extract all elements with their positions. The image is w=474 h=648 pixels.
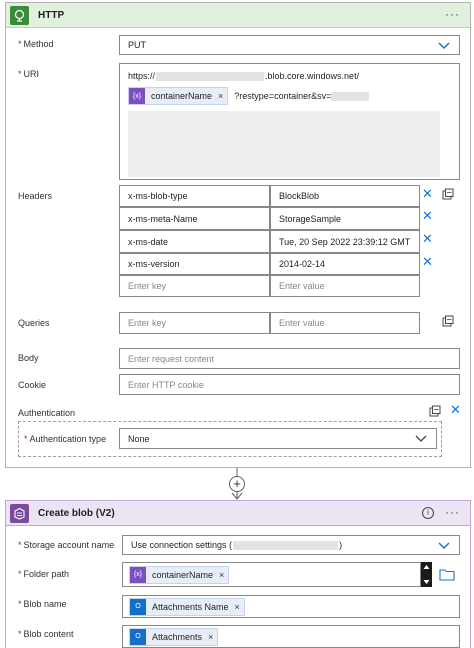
token-remove-icon[interactable]: ×	[218, 91, 223, 101]
http-globe-icon	[10, 5, 29, 25]
blob-name-label: * Blob name	[18, 599, 67, 609]
uri-label: * URI	[18, 69, 40, 79]
uri-redacted-sv	[331, 91, 370, 101]
blob-content-token[interactable]: O Attachments ×	[129, 627, 219, 646]
blob-more-options-icon[interactable]: ···	[445, 505, 460, 519]
query-value-input[interactable]: Enter value	[270, 312, 420, 334]
method-value: PUT	[128, 40, 146, 50]
expression-icon: {x}	[129, 88, 145, 104]
query-key-input[interactable]: Enter key	[119, 312, 270, 334]
chevron-down-icon	[438, 42, 450, 50]
switch-text-mode-icon[interactable]	[442, 315, 454, 327]
token-remove-icon[interactable]: ×	[208, 632, 213, 642]
http-more-options-icon[interactable]: ···	[445, 7, 460, 21]
authentication-type-dropdown[interactable]: None	[119, 428, 437, 449]
folder-path-scrollbar[interactable]	[421, 562, 432, 587]
uri-prefix: https://	[128, 71, 156, 81]
remove-header-icon[interactable]: ✕	[422, 209, 433, 222]
header-key-cell[interactable]: x-ms-blob-type	[119, 185, 270, 207]
authentication-type-label: * Authentication type	[24, 434, 107, 444]
authentication-label: Authentication	[18, 408, 76, 418]
blob-content-input[interactable]: O Attachments ×	[122, 625, 460, 648]
authentication-type-value: None	[128, 433, 150, 444]
http-action-card: HTTP ··· * Method PUT * URI https:// .blob…	[5, 2, 471, 468]
uri-redacted-signature	[128, 111, 440, 177]
scroll-arrows-icon	[423, 565, 430, 584]
info-icon[interactable]: i	[422, 507, 434, 519]
expression-icon: {x}	[130, 566, 146, 583]
body-label: Body	[18, 353, 39, 363]
http-card-title: HTTP	[38, 9, 65, 21]
method-dropdown[interactable]: PUT	[119, 35, 460, 55]
outlook-icon: O	[130, 628, 146, 645]
uri-input[interactable]: https:// .blob.core.windows.net/ {x} con…	[119, 63, 460, 180]
header-key-cell[interactable]: x-ms-date	[119, 230, 270, 253]
folder-path-input[interactable]: {x} containerName ×	[122, 562, 421, 587]
blob-content-label: * Blob content	[18, 629, 74, 639]
add-step-button[interactable]: +	[229, 476, 245, 492]
token-remove-icon[interactable]: ×	[219, 570, 224, 580]
queries-label: Queries	[18, 318, 50, 328]
uri-query: ?restype=container&sv=	[234, 91, 332, 101]
blob-storage-icon	[10, 503, 29, 523]
header-key-cell[interactable]: x-ms-meta-Name	[119, 207, 270, 230]
chevron-down-icon	[415, 435, 427, 442]
header-value-cell[interactable]: Tue, 20 Sep 2022 23:39:12 GMT	[270, 230, 420, 253]
blob-name-token[interactable]: O Attachments Name ×	[129, 597, 245, 616]
switch-text-mode-icon[interactable]	[429, 405, 441, 417]
folder-container-token[interactable]: {x} containerName ×	[129, 565, 230, 584]
remove-header-icon[interactable]: ✕	[422, 187, 433, 200]
header-key-input[interactable]: Enter key	[119, 275, 270, 297]
method-label: * Method	[18, 39, 54, 49]
headers-label: Headers	[18, 191, 53, 201]
remove-header-icon[interactable]: ✕	[422, 255, 433, 268]
uri-redacted-account	[156, 71, 265, 81]
create-blob-header[interactable]: Create blob (V2) i ···	[6, 501, 470, 526]
remove-header-icon[interactable]: ✕	[422, 232, 433, 245]
folder-picker-icon[interactable]	[439, 567, 455, 581]
folder-path-label: * Folder path	[18, 569, 70, 579]
storage-redacted	[233, 540, 339, 550]
header-value-cell[interactable]: 2014-02-14	[270, 253, 420, 275]
blob-name-input[interactable]: O Attachments Name ×	[122, 595, 460, 618]
http-card-header[interactable]: HTTP ···	[6, 3, 470, 28]
storage-account-label: * Storage account name	[18, 540, 115, 550]
header-value-input[interactable]: Enter value	[270, 275, 420, 297]
create-blob-title: Create blob (V2)	[38, 507, 115, 519]
header-key-cell[interactable]: x-ms-version	[119, 253, 270, 275]
uri-suffix: .blob.core.windows.net/	[265, 71, 360, 81]
header-value-cell[interactable]: StorageSample	[270, 207, 420, 230]
uri-container-token[interactable]: {x} containerName ×	[128, 87, 229, 105]
switch-text-mode-icon[interactable]	[442, 188, 454, 200]
cookie-label: Cookie	[18, 380, 47, 390]
chevron-down-icon	[438, 542, 450, 550]
storage-account-dropdown[interactable]: Use connection settings ( )	[122, 535, 460, 555]
outlook-icon: O	[130, 598, 146, 615]
cookie-input[interactable]: Enter HTTP cookie	[119, 374, 460, 395]
remove-authentication-icon[interactable]: ✕	[450, 403, 461, 416]
create-blob-card: Create blob (V2) i ··· * Storage account …	[5, 500, 471, 648]
header-value-cell[interactable]: BlockBlob	[270, 185, 420, 207]
token-remove-icon[interactable]: ×	[235, 602, 240, 612]
body-input[interactable]: Enter request content	[119, 348, 460, 369]
